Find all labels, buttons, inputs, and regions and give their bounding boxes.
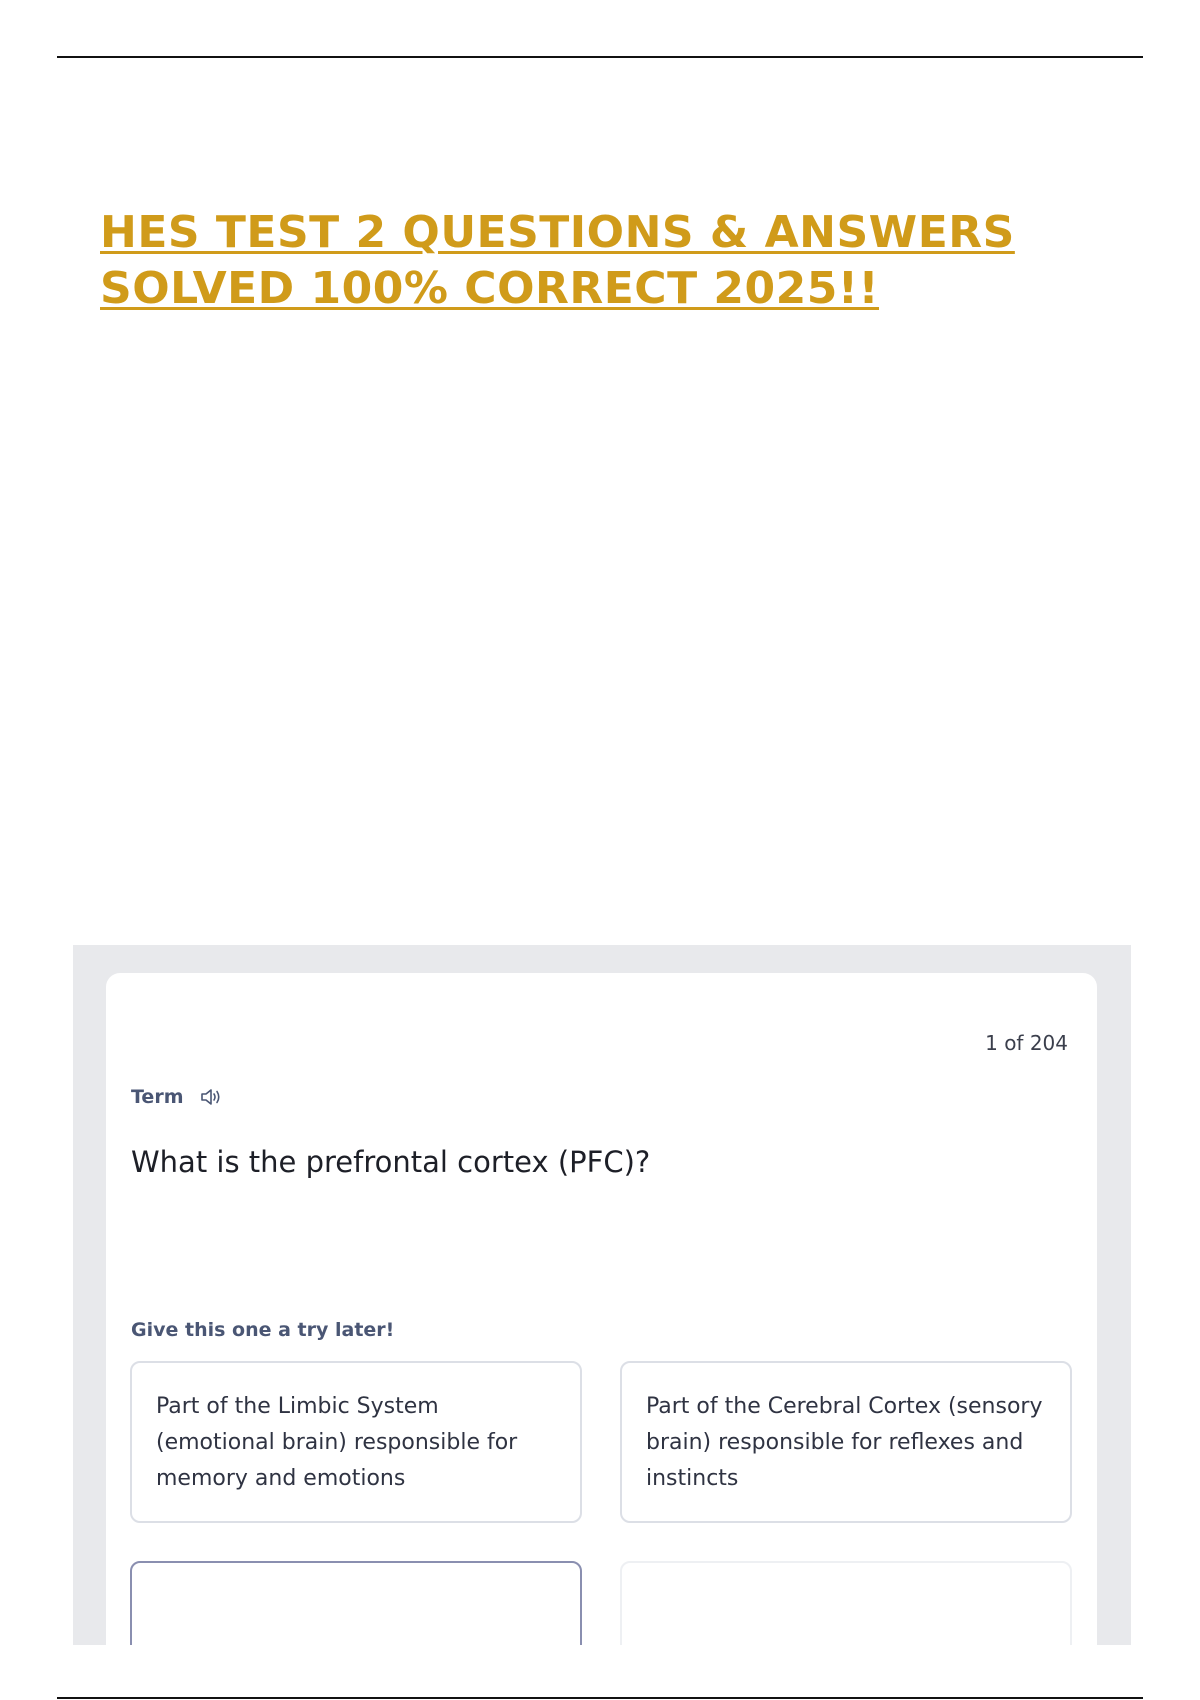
document-title-line-1: HES TEST 2 QUESTIONS & ANSWERS — [100, 207, 1015, 258]
top-rule — [57, 56, 1143, 58]
question-text: What is the prefrontal cortex (PFC)? — [131, 1145, 651, 1179]
flashcard: 1 of 204 Term What is the prefrontal cor… — [106, 973, 1097, 1645]
speaker-icon[interactable] — [200, 1088, 222, 1106]
answer-option-1[interactable]: Part of the Limbic System (emotional bra… — [130, 1361, 582, 1523]
document-title: HES TEST 2 QUESTIONS & ANSWERS SOLVED 10… — [100, 205, 1100, 317]
answer-option-4[interactable] — [620, 1561, 1072, 1645]
bottom-rule — [57, 1697, 1143, 1699]
answer-option-2[interactable]: Part of the Cerebral Cortex (sensory bra… — [620, 1361, 1072, 1523]
document-title-line-2: SOLVED 100% CORRECT 2025!! — [100, 263, 880, 314]
card-counter: 1 of 204 — [985, 1031, 1068, 1055]
try-later-hint[interactable]: Give this one a try later! — [131, 1319, 394, 1341]
term-header: Term — [131, 1086, 222, 1108]
term-label: Term — [131, 1086, 184, 1108]
flashcard-screenshot: 1 of 204 Term What is the prefrontal cor… — [73, 945, 1131, 1645]
answer-option-3[interactable] — [130, 1561, 582, 1645]
